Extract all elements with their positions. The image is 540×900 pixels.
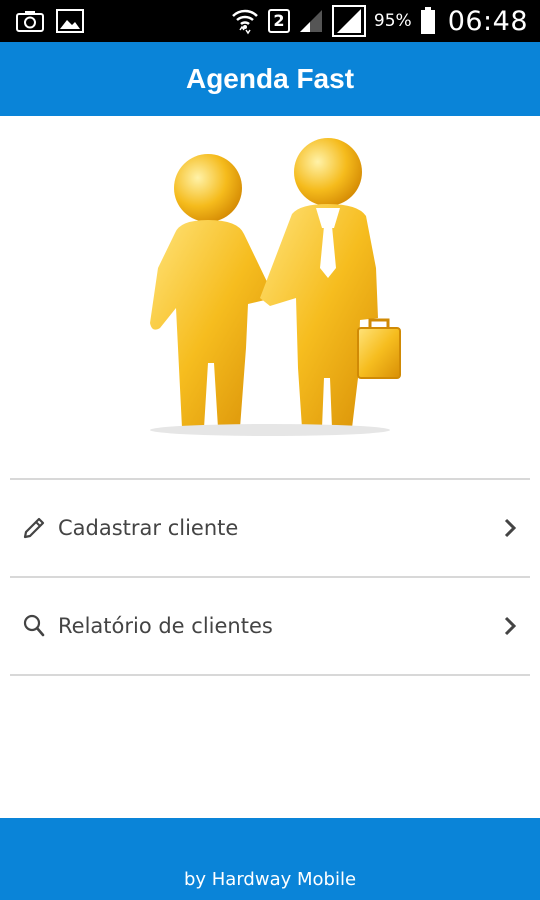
signal-icon bbox=[298, 8, 324, 34]
status-bar: 2 95% 06:48 bbox=[0, 0, 540, 42]
chevron-right-icon bbox=[500, 514, 520, 542]
camera-icon bbox=[16, 10, 44, 32]
chevron-right-icon bbox=[500, 612, 520, 640]
wifi-icon bbox=[230, 6, 260, 36]
menu-item-label: Relatório de clientes bbox=[58, 614, 273, 638]
business-handshake-illustration bbox=[120, 128, 420, 438]
app-title: Agenda Fast bbox=[185, 63, 355, 94]
battery-icon bbox=[420, 7, 436, 35]
menu-list: Cadastrar cliente Relatório de clientes bbox=[10, 478, 530, 676]
battery-percent: 95% bbox=[373, 11, 412, 31]
pencil-icon bbox=[20, 514, 48, 542]
app-bar: Agenda Fast bbox=[0, 42, 540, 116]
menu-item-relatorio-clientes[interactable]: Relatório de clientes bbox=[10, 578, 530, 674]
image-icon bbox=[56, 9, 84, 33]
footer-credit: by Hardway Mobile bbox=[183, 869, 357, 890]
menu-item-label: Cadastrar cliente bbox=[58, 516, 239, 540]
divider bbox=[10, 674, 530, 676]
search-icon bbox=[20, 612, 48, 640]
footer: by Hardway Mobile bbox=[0, 818, 540, 900]
sim-icon: 2 bbox=[267, 9, 290, 33]
menu-item-cadastrar-cliente[interactable]: Cadastrar cliente bbox=[10, 480, 530, 576]
signal-icon bbox=[331, 5, 366, 37]
clock: 06:48 bbox=[447, 5, 528, 37]
